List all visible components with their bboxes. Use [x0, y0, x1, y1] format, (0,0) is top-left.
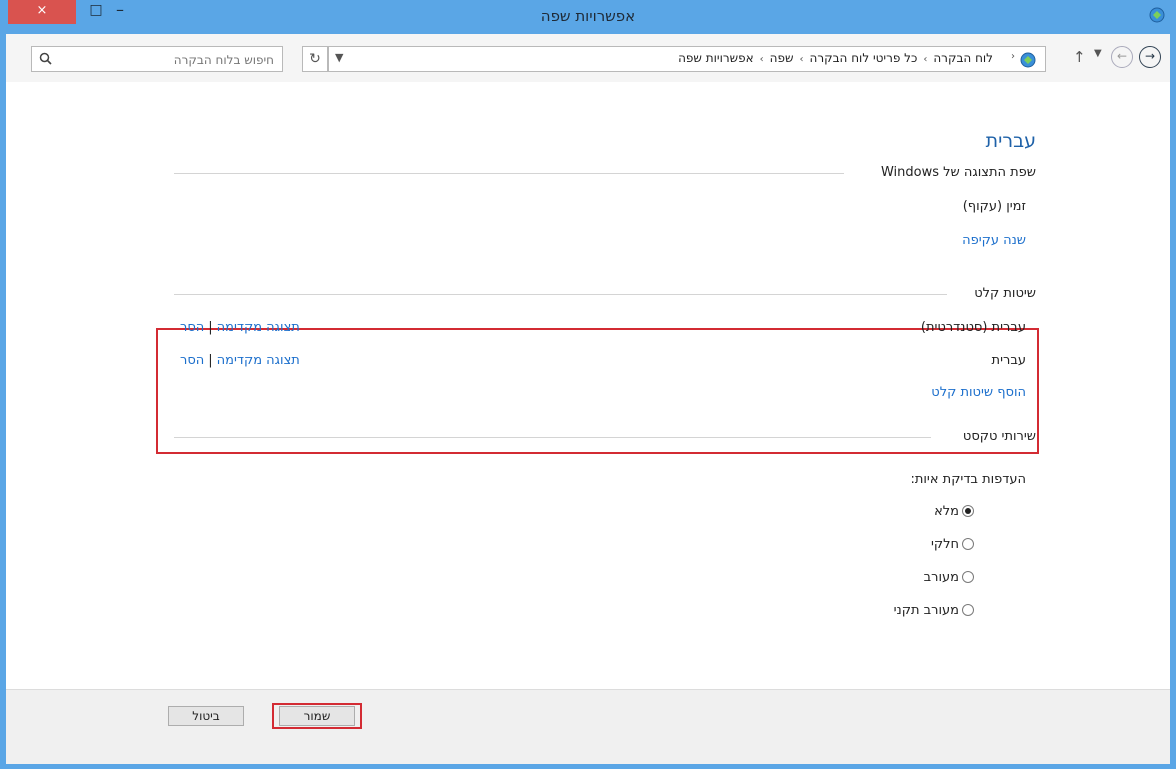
save-button[interactable]: שמור [279, 706, 355, 726]
window: × □ – אפשרויות שפה ↻ ▼ לוח הבקרה › כל פריט… [0, 0, 1176, 769]
display-language-header: שפת התצוגה של Windows [880, 165, 1036, 180]
radio-option[interactable]: מלא [934, 504, 974, 519]
input-method-name: עברית [991, 353, 1026, 368]
address-toolbar: ↻ ▼ לוח הבקרה › כל פריטי לוח הבקרה › שפה › אפש… [6, 34, 1170, 82]
breadcrumb-item[interactable]: כל פריטי לוח הבקרה [809, 51, 917, 65]
input-method-actions: תצוגה מקדימה | הסר [180, 320, 300, 335]
radio-icon[interactable] [962, 604, 974, 616]
breadcrumb-root-chevron-icon[interactable]: › [1011, 51, 1015, 62]
text-services-header: שירותי טקסט [962, 429, 1036, 444]
search-box[interactable] [31, 46, 283, 72]
preview-link[interactable]: תצוגה מקדימה [217, 353, 300, 368]
radio-option[interactable]: מעורב [924, 570, 974, 585]
section-divider [174, 294, 947, 295]
radio-label[interactable]: מלא [934, 504, 959, 519]
input-methods-highlight [156, 328, 1039, 454]
radio-label[interactable]: מעורב [924, 570, 959, 585]
radio-selected-icon[interactable] [962, 505, 974, 517]
remove-link[interactable]: הסר [180, 320, 204, 335]
radio-label[interactable]: מעורב תקני [894, 603, 959, 618]
title-bar: × □ – אפשרויות שפה [0, 0, 1176, 34]
control-panel-icon [1149, 7, 1165, 23]
remove-link[interactable]: הסר [180, 353, 204, 368]
change-override-link[interactable]: שנה עקיפה [962, 233, 1026, 248]
input-method-name: עברית (סטנדרטית) [920, 320, 1026, 335]
control-panel-icon [1020, 52, 1036, 68]
radio-option[interactable]: חלקי [931, 537, 974, 552]
radio-label[interactable]: חלקי [931, 537, 959, 552]
input-methods-header: שיטות קלט [974, 286, 1036, 301]
input-method-actions: תצוגה מקדימה | הסר [180, 353, 300, 368]
main-content: עברית שפת התצוגה של Windows זמין (עקוף) … [6, 82, 1170, 689]
radio-option[interactable]: מעורב תקני [894, 603, 974, 618]
add-input-method-link[interactable]: הוסף שיטות קלט [931, 385, 1026, 400]
breadcrumb-item[interactable]: לוח הבקרה [933, 51, 993, 65]
radio-icon[interactable] [962, 538, 974, 550]
breadcrumb-item[interactable]: אפשרויות שפה [678, 51, 754, 65]
breadcrumb-separator-icon[interactable]: › [923, 54, 927, 65]
radio-icon[interactable] [962, 571, 974, 583]
footer-bar: שמור ביטול [6, 689, 1170, 764]
action-separator: | [208, 353, 213, 368]
search-icon[interactable] [38, 51, 54, 67]
breadcrumb-separator-icon[interactable]: › [760, 54, 764, 65]
breadcrumb-item[interactable]: שפה [770, 51, 794, 65]
preview-link[interactable]: תצוגה מקדימה [217, 320, 300, 335]
window-title: אפשרויות שפה [540, 7, 636, 25]
window-client: ↻ ▼ לוח הבקרה › כל פריטי לוח הבקרה › שפה › אפש… [6, 34, 1170, 764]
up-arrow-icon[interactable]: ↑ [1073, 48, 1086, 66]
display-language-value: זמין (עקוף) [962, 199, 1026, 214]
cancel-button[interactable]: ביטול [168, 706, 244, 726]
forward-button[interactable]: → [1139, 46, 1161, 68]
address-bar[interactable]: ▼ לוח הבקרה › כל פריטי לוח הבקרה › שפה › אפשרו… [328, 46, 1046, 72]
action-separator: | [208, 320, 213, 335]
spelling-preferences-label: העדפות בדיקת איות: [910, 472, 1026, 487]
section-divider [174, 437, 931, 438]
breadcrumb-separator-icon[interactable]: › [799, 54, 803, 65]
search-input[interactable] [72, 50, 276, 70]
back-button[interactable]: ← [1111, 46, 1133, 68]
section-divider [174, 173, 844, 174]
recent-locations-icon[interactable]: ▼ [1094, 48, 1102, 59]
refresh-icon[interactable]: ↻ [302, 46, 328, 72]
address-dropdown-icon[interactable]: ▼ [335, 51, 349, 65]
page-title: עברית [985, 130, 1036, 152]
breadcrumb: לוח הבקרה › כל פריטי לוח הבקרה › שפה › אפשרויו… [678, 51, 993, 65]
